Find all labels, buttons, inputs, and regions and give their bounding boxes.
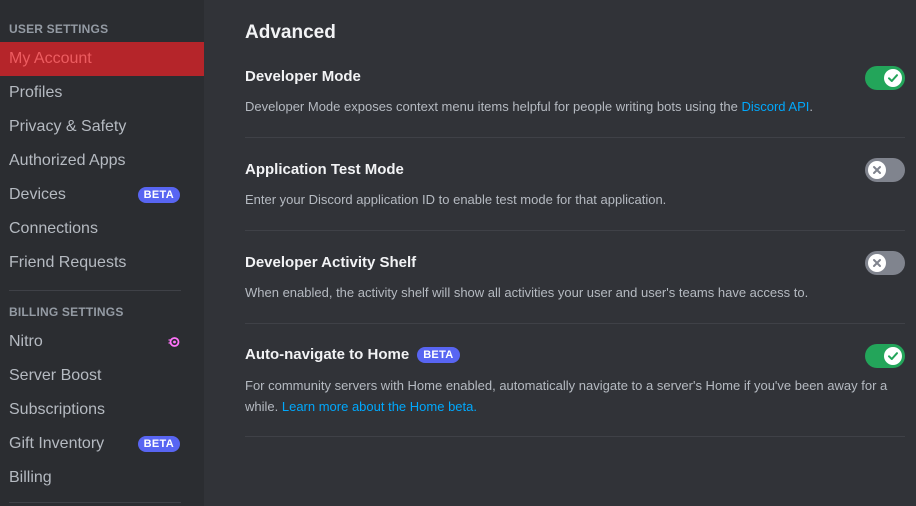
sidebar-item-label: Friend Requests <box>9 254 127 271</box>
sidebar-item-label: Nitro <box>9 333 43 350</box>
close-icon <box>873 166 881 174</box>
sidebar-item-label: Authorized Apps <box>9 152 126 169</box>
setting-description: For community servers with Home enabled,… <box>245 378 888 414</box>
sidebar-item-connections[interactable]: Connections <box>0 212 204 246</box>
setting-title: Auto-navigate to Home BETA <box>245 346 460 363</box>
setting-title: Developer Mode <box>245 68 361 85</box>
beta-badge: BETA <box>417 346 460 363</box>
setting-divider <box>245 323 905 324</box>
setting-application-test-mode: Application Test Mode Enter your Discord… <box>245 159 905 219</box>
sidebar-item-label: Subscriptions <box>9 401 106 418</box>
sidebar-item-label: Devices <box>9 186 66 203</box>
billing-settings-header: BILLING SETTINGS <box>9 305 124 319</box>
sidebar-item-gift-inventory[interactable]: Gift Inventory BETA <box>0 427 204 461</box>
sidebar-item-label: Gift Inventory <box>9 435 105 452</box>
beta-badge: BETA <box>137 187 180 203</box>
toggle-knob <box>868 254 886 272</box>
setting-description: When enabled, the activity shelf will sh… <box>245 285 809 300</box>
application-test-mode-toggle[interactable] <box>865 158 905 182</box>
sidebar-item-label: Connections <box>9 220 98 237</box>
setting-title: Application Test Mode <box>245 161 404 178</box>
check-icon <box>888 74 898 82</box>
sidebar-item-friend-requests[interactable]: Friend Requests <box>0 246 204 280</box>
sidebar-item-devices[interactable]: Devices BETA <box>0 178 204 212</box>
sidebar-item-server-boost[interactable]: Server Boost <box>0 359 204 393</box>
check-icon <box>888 352 898 360</box>
setting-divider <box>245 436 905 437</box>
toggle-knob <box>868 161 886 179</box>
nitro-icon <box>168 337 180 347</box>
setting-divider <box>245 230 905 231</box>
sidebar-item-billing[interactable]: Billing <box>0 461 204 495</box>
advanced-settings-panel: Advanced Developer Mode Developer Mode e… <box>204 0 916 506</box>
user-settings-header: USER SETTINGS <box>9 22 109 36</box>
sidebar-separator <box>9 290 181 291</box>
close-icon <box>873 259 881 267</box>
developer-activity-shelf-toggle[interactable] <box>865 251 905 275</box>
setting-developer-mode: Developer Mode Developer Mode exposes co… <box>245 66 905 126</box>
sidebar-item-label: Privacy & Safety <box>9 118 127 135</box>
sidebar-item-my-account[interactable]: My Account <box>0 42 204 76</box>
sidebar-item-label: Profiles <box>9 84 63 101</box>
setting-developer-activity-shelf: Developer Activity Shelf When enabled, t… <box>245 252 905 312</box>
beta-badge: BETA <box>137 436 180 452</box>
setting-auto-navigate-home: Auto-navigate to Home BETA For community… <box>245 344 905 424</box>
sidebar-item-label: Billing <box>9 469 52 486</box>
page-title: Advanced <box>245 22 336 43</box>
setting-description: Enter your Discord application ID to ena… <box>245 192 667 207</box>
home-beta-link[interactable]: Learn more about the Home beta. <box>282 399 477 414</box>
settings-sidebar: USER SETTINGS My Account Profiles Privac… <box>0 0 204 506</box>
sidebar-item-profiles[interactable]: Profiles <box>0 76 204 110</box>
setting-description: Developer Mode exposes context menu item… <box>245 99 813 114</box>
sidebar-item-privacy-safety[interactable]: Privacy & Safety <box>0 110 204 144</box>
sidebar-item-label: Server Boost <box>9 367 102 384</box>
sidebar-item-subscriptions[interactable]: Subscriptions <box>0 393 204 427</box>
discord-api-link[interactable]: Discord API <box>741 99 809 114</box>
developer-mode-toggle[interactable] <box>865 66 905 90</box>
setting-divider <box>245 137 905 138</box>
sidebar-item-authorized-apps[interactable]: Authorized Apps <box>0 144 204 178</box>
sidebar-item-nitro[interactable]: Nitro <box>0 325 204 359</box>
toggle-knob <box>884 69 902 87</box>
auto-navigate-home-toggle[interactable] <box>865 344 905 368</box>
setting-title: Developer Activity Shelf <box>245 254 417 271</box>
sidebar-item-label: My Account <box>9 50 92 67</box>
toggle-knob <box>884 347 902 365</box>
sidebar-separator <box>9 502 181 503</box>
